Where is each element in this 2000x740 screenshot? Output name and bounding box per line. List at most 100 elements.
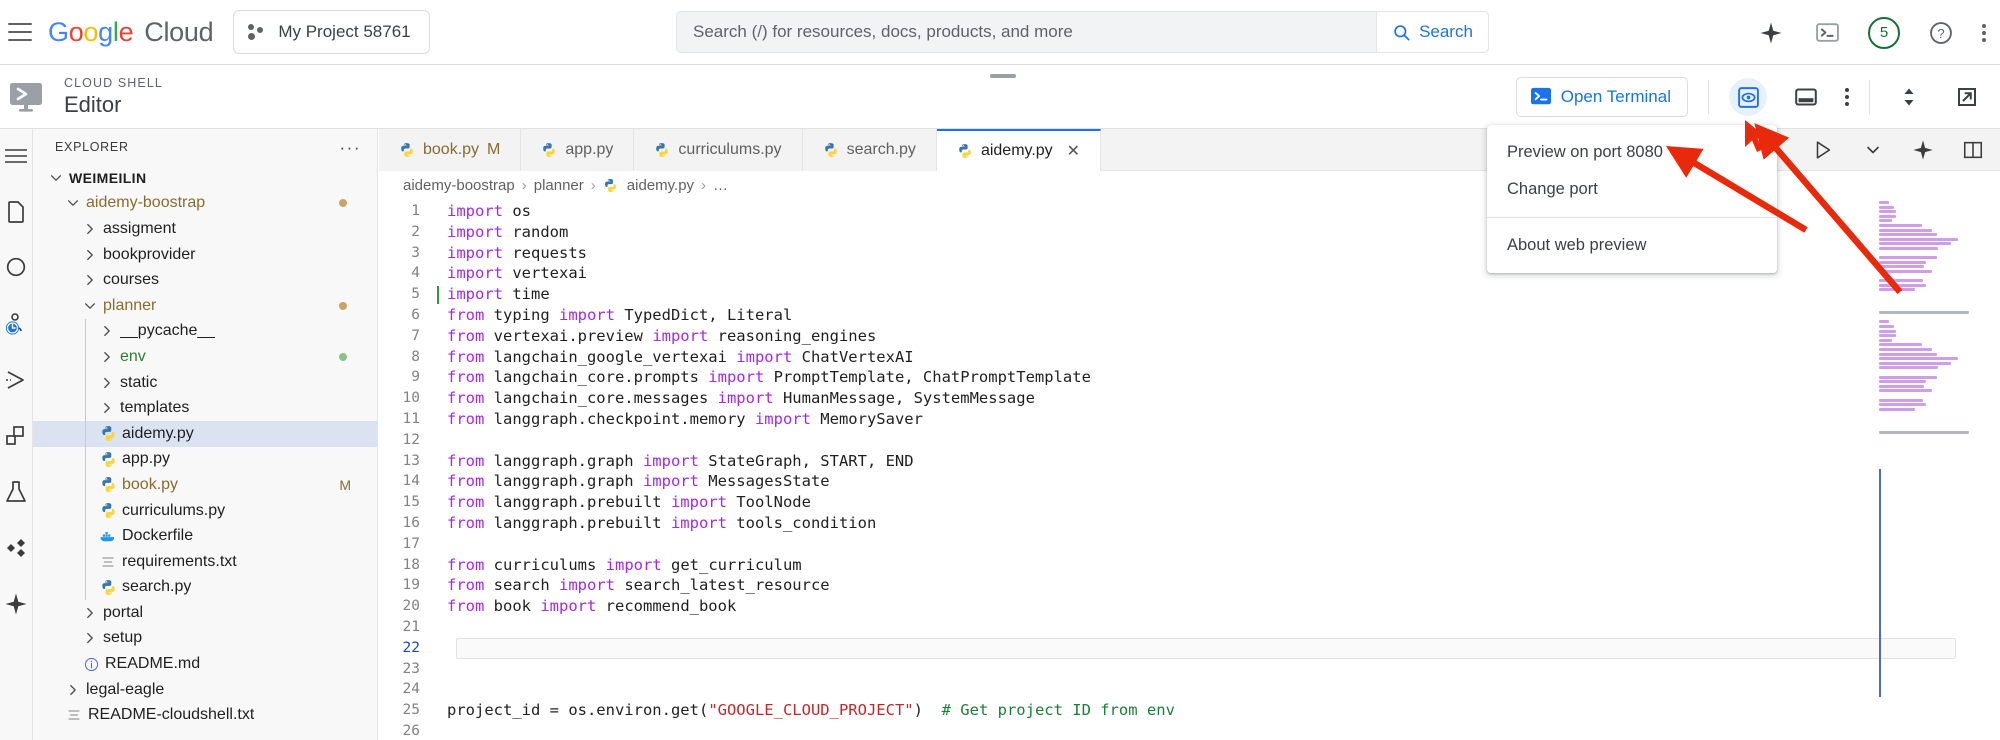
tree-file-app-py[interactable]: app.py: [33, 447, 377, 473]
cloud-shell-terminal-icon[interactable]: [1812, 18, 1842, 48]
panel-resize-grip[interactable]: [990, 74, 1016, 78]
tree-folder-courses[interactable]: courses: [33, 267, 377, 293]
split-editor-icon[interactable]: [1958, 135, 1988, 165]
help-icon[interactable]: ?: [1926, 18, 1956, 48]
google-cloud-top-bar: Google Cloud My Project 58761 Search: [0, 0, 2000, 65]
tree-file-curriculums-py[interactable]: curriculums.py: [33, 498, 377, 524]
tree-folder-templates[interactable]: templates: [33, 395, 377, 421]
cloud-code-flask-icon[interactable]: [1, 477, 31, 507]
tree-file-readme-md[interactable]: README.md: [33, 651, 377, 677]
search-circle-icon[interactable]: [1, 253, 31, 283]
chevron-right-icon[interactable]: [82, 605, 98, 621]
chevron-right-icon[interactable]: [82, 630, 98, 646]
editor-tab-search-py[interactable]: search.py: [803, 129, 937, 171]
code-token: import: [708, 368, 764, 386]
cloud-code-diamond-icon[interactable]: [1, 533, 31, 563]
gemini-sparkle-icon[interactable]: [1756, 18, 1786, 48]
web-preview-icon[interactable]: [1729, 78, 1767, 116]
breadcrumb-segment[interactable]: planner: [534, 177, 584, 194]
open-terminal-button[interactable]: Open Terminal: [1516, 77, 1688, 117]
explorer-title: EXPLORER: [55, 140, 129, 154]
tree-folder-pycache[interactable]: __pycache__: [33, 319, 377, 345]
tree-root-weimeilin[interactable]: WEIMEILIN: [33, 165, 377, 191]
minimap-line: [1879, 435, 1983, 438]
code-minimap[interactable]: [1879, 201, 1983, 721]
editor-tab-book-py[interactable]: book.pyM: [379, 129, 521, 171]
line-number: 11: [379, 409, 436, 430]
inline-input-widget[interactable]: [456, 638, 1956, 659]
hamburger-menu-icon[interactable]: [8, 23, 32, 41]
minimap-line: [1879, 371, 1983, 374]
chevron-right-icon[interactable]: [65, 682, 81, 698]
editor-tab-app-py[interactable]: app.py: [521, 129, 634, 171]
chevron-down-icon[interactable]: [48, 170, 64, 186]
chevron-right-icon[interactable]: [99, 375, 115, 391]
toggle-panel-icon[interactable]: [1787, 78, 1825, 116]
menu-item-about-web-preview[interactable]: About web preview: [1487, 227, 1777, 264]
search-input[interactable]: [693, 22, 1360, 42]
tree-folder-planner[interactable]: planner: [33, 293, 377, 319]
code-token: import: [447, 223, 503, 241]
code-content[interactable]: 1import os2import random3import requests…: [379, 199, 2000, 740]
logo-letter-e: e: [119, 17, 134, 48]
tree-folder-assigment[interactable]: assigment: [33, 216, 377, 242]
tree-file-dockerfile[interactable]: Dockerfile: [33, 523, 377, 549]
menu-icon[interactable]: [1, 141, 31, 171]
tree-folder-legal-eagle[interactable]: legal-eagle: [33, 677, 377, 703]
chevron-right-icon[interactable]: [99, 349, 115, 365]
breadcrumb-segment[interactable]: aidemy-boostrap: [403, 177, 515, 194]
source-control-history-icon[interactable]: [1, 309, 31, 339]
tree-folder-portal[interactable]: portal: [33, 600, 377, 626]
tree-file-book-py[interactable]: book.pyM: [33, 472, 377, 498]
google-cloud-logo[interactable]: Google Cloud: [48, 17, 213, 48]
editor-tab-aidemy-py[interactable]: aidemy.py✕: [937, 129, 1101, 171]
run-python-file-icon[interactable]: [1808, 135, 1838, 165]
tree-file-readme-cloudshell-txt[interactable]: README-cloudshell.txt: [33, 702, 377, 728]
code-token: typing: [484, 306, 559, 324]
menu-item-preview-on-port-8080[interactable]: Preview on port 8080: [1487, 134, 1777, 171]
gemini-sparkle-icon[interactable]: [1, 589, 31, 619]
search-button[interactable]: Search: [1376, 11, 1489, 53]
tree-folder-aidemy-boostrap[interactable]: aidemy-boostrap: [33, 191, 377, 217]
extensions-icon[interactable]: [1, 421, 31, 451]
chevron-right-icon[interactable]: [82, 272, 98, 288]
search-input-container[interactable]: [676, 11, 1376, 53]
explorer-more-icon[interactable]: ···: [340, 139, 361, 156]
menu-item-change-port[interactable]: Change port: [1487, 171, 1777, 208]
chevron-right-icon[interactable]: [99, 400, 115, 416]
chevron-down-icon[interactable]: [1858, 135, 1888, 165]
code-line: 20from book import recommend_book: [379, 596, 2000, 617]
run-debug-icon[interactable]: [1, 365, 31, 395]
python-file-icon: [99, 425, 117, 443]
chevron-down-icon[interactable]: [65, 195, 81, 211]
project-selector-chip[interactable]: My Project 58761: [233, 10, 429, 54]
tree-folder-bookprovider[interactable]: bookprovider: [33, 242, 377, 268]
more-options-kebab-icon[interactable]: [1982, 24, 1986, 42]
line-number: 3: [379, 243, 436, 264]
line-number: 5: [379, 284, 436, 305]
tree-folder-setup[interactable]: setup: [33, 626, 377, 652]
code-token: import: [447, 285, 503, 303]
chevron-right-icon[interactable]: [99, 323, 115, 339]
breadcrumb-segment[interactable]: aidemy.py: [627, 177, 694, 194]
notifications-badge[interactable]: 5: [1868, 17, 1900, 49]
editor-tab-curriculums-py[interactable]: curriculums.py: [634, 129, 802, 171]
explorer-files-icon[interactable]: [1, 197, 31, 227]
expand-collapse-icon[interactable]: [1890, 78, 1928, 116]
tree-indent-guide: [85, 575, 86, 601]
tree-indent-guide: [85, 447, 86, 473]
tree-file-requirements-txt[interactable]: requirements.txt: [33, 549, 377, 575]
tab-close-icon[interactable]: ✕: [1067, 141, 1080, 161]
open-in-new-window-icon[interactable]: [1948, 78, 1986, 116]
gemini-sparkle-icon[interactable]: [1908, 135, 1938, 165]
tree-folder-static[interactable]: static: [33, 370, 377, 396]
docker-file-icon: [99, 527, 117, 545]
breadcrumb-segment[interactable]: …: [713, 177, 728, 194]
editor-more-kebab-icon[interactable]: [1845, 88, 1849, 106]
tree-file-aidemy-py[interactable]: aidemy.py: [33, 421, 377, 447]
chevron-down-icon[interactable]: [82, 298, 98, 314]
tree-folder-env[interactable]: env: [33, 344, 377, 370]
chevron-right-icon[interactable]: [82, 221, 98, 237]
tree-file-search-py[interactable]: search.py: [33, 575, 377, 601]
chevron-right-icon[interactable]: [82, 247, 98, 263]
